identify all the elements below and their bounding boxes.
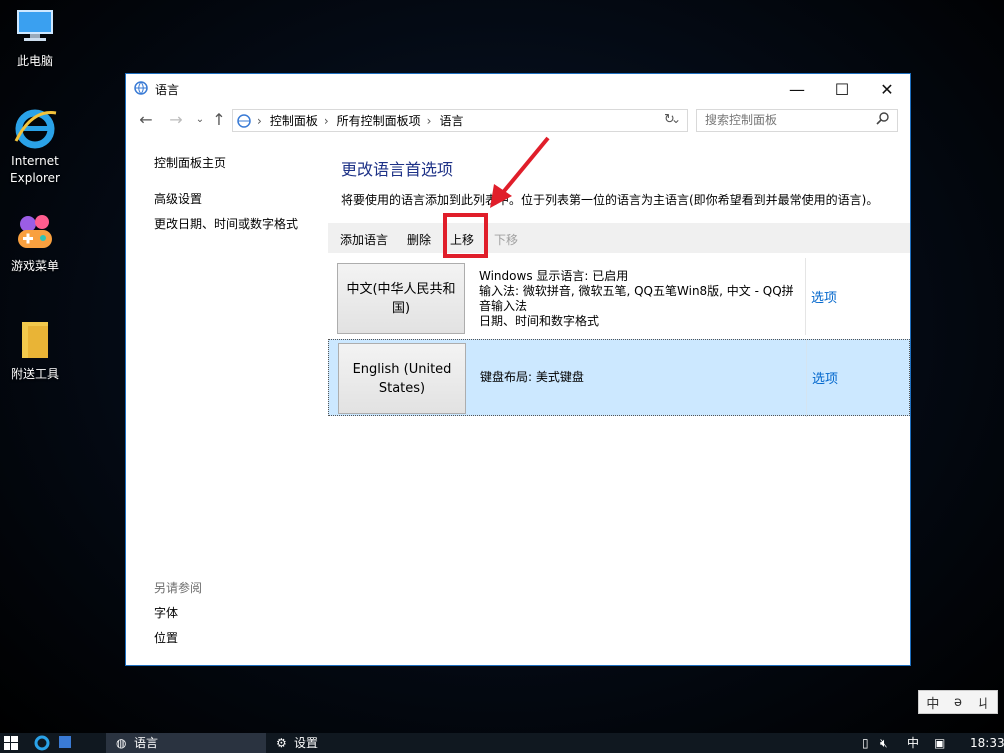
taskbar-item-label: 语言 <box>134 736 159 750</box>
page-description: 将要使用的语言添加到此列表中。位于列表第一位的语言为主语言(即你希望看到并最常使… <box>341 193 879 207</box>
link-control-panel-home[interactable]: 控制面板主页 <box>154 154 226 171</box>
remove-button[interactable]: 删除 <box>407 231 431 248</box>
link-fonts[interactable]: 字体 <box>154 604 178 621</box>
see-also-header: 另请参阅 <box>154 581 203 595</box>
link-change-date-time[interactable]: 更改日期、时间或数字格式 <box>154 215 298 232</box>
language-detail-line: Windows 显示语言: 已启用 <box>479 269 629 283</box>
maximize-button[interactable]: ☐ <box>819 74 865 104</box>
breadcrumb-language[interactable]: 语言 <box>439 112 463 129</box>
search-icon <box>876 111 890 128</box>
settings-taskbar-icon[interactable] <box>58 735 72 753</box>
refresh-icon[interactable]: ↻ <box>664 112 675 127</box>
options-link[interactable]: 选项 <box>811 287 837 306</box>
minimize-button[interactable]: — <box>774 74 820 104</box>
ie-taskbar-icon[interactable] <box>34 735 50 753</box>
move-up-highlight-box <box>443 213 488 258</box>
language-taskbar-icon: ◍ <box>116 736 127 750</box>
options-link[interactable]: 选项 <box>812 368 838 387</box>
title-bar[interactable]: 语言 — ☐ ✕ <box>126 74 910 104</box>
volume-muted-icon[interactable]: 🔇︎ <box>880 733 888 753</box>
folder-icon <box>12 318 58 364</box>
internet-explorer-icon <box>12 105 58 151</box>
language-settings-icon <box>134 80 150 99</box>
breadcrumb-separator: › <box>323 113 329 128</box>
ime-floating-bar[interactable]: 中 ə ㄐ <box>918 690 998 714</box>
search-input[interactable]: 搜索控制面板 <box>696 109 898 132</box>
breadcrumb-all-items[interactable]: 所有控制面板项 <box>337 112 421 129</box>
desktop-icon-this-pc[interactable]: 此电脑 <box>0 5 70 70</box>
language-detail-line: 输入法: 微软拼音, 微软五笔, QQ五笔Win8版, 中文 - QQ拼音输入法 <box>479 284 794 313</box>
qq-input-icon[interactable]: ▣ <box>934 733 945 753</box>
gamepad-icon <box>12 210 58 256</box>
language-name-button[interactable]: English (United States) <box>338 343 466 414</box>
link-advanced-settings[interactable]: 高级设置 <box>154 190 202 207</box>
clock[interactable]: 18:33 <box>970 733 1004 753</box>
column-divider <box>805 258 806 335</box>
ime-indicator[interactable]: 中 <box>907 733 919 753</box>
language-detail-line: 键盘布局: 美式键盘 <box>480 370 584 384</box>
gear-icon: ⚙ <box>276 736 287 750</box>
page-title: 更改语言首选项 <box>341 160 454 179</box>
taskbar-item-label: 设置 <box>294 736 319 750</box>
up-arrow-icon[interactable]: ↑ <box>209 110 229 129</box>
column-divider <box>806 340 807 417</box>
taskbar-item-language[interactable]: ◍ 语言 <box>106 733 266 753</box>
language-row-english[interactable]: English (United States) 键盘布局: 美式键盘 选项 <box>328 339 910 417</box>
desktop-icon-ie[interactable]: Internet Explorer <box>0 105 70 187</box>
desktop-icon-label: Internet Explorer <box>10 154 60 185</box>
desktop-icon-label: 游戏菜单 <box>10 259 59 273</box>
ime-mode-icon[interactable]: 中 <box>926 693 939 712</box>
language-toolbar: 添加语言 删除 上移 下移 <box>328 223 910 253</box>
recent-chevron-icon[interactable]: ⌄ <box>190 114 210 125</box>
address-bar[interactable]: › 控制面板 › 所有控制面板项 › 语言 ⌄ <box>232 109 688 132</box>
breadcrumb-separator: › <box>426 113 432 128</box>
breadcrumb-control-panel[interactable]: 控制面板 <box>270 112 318 129</box>
language-detail-line: 日期、时间和数字格式 <box>479 314 600 328</box>
ime-punct-icon[interactable]: ə <box>954 695 962 710</box>
back-arrow-icon[interactable]: ← <box>136 110 156 129</box>
taskbar-item-settings[interactable]: ⚙ 设置 <box>270 733 430 753</box>
ime-width-icon[interactable]: ㄐ <box>977 693 990 712</box>
desktop-icon-label: 附送工具 <box>10 367 59 381</box>
desktop-icon-tools[interactable]: 附送工具 <box>0 318 70 383</box>
add-language-button[interactable]: 添加语言 <box>340 231 388 248</box>
battery-icon[interactable]: ▯ <box>862 733 869 753</box>
language-name-button[interactable]: 中文(中华人民共和国) <box>337 263 465 334</box>
desktop-icon-game-menu[interactable]: 游戏菜单 <box>0 210 70 275</box>
link-location[interactable]: 位置 <box>154 629 178 646</box>
windows-start-icon[interactable] <box>4 736 18 753</box>
forward-arrow-icon[interactable]: → <box>166 110 186 129</box>
taskbar: ◍ 语言 ⚙ 设置 ▯ 🔇︎ 中 ▣ 18:33 <box>0 733 1004 753</box>
window-title: 语言 <box>155 83 180 97</box>
desktop-icon-label: 此电脑 <box>16 54 53 68</box>
address-row: ← → ⌄ ↑ › 控制面板 › 所有控制面板项 › 语言 ⌄ ↻ 搜索控制面板 <box>126 107 910 133</box>
language-details: 键盘布局: 美式键盘 <box>480 370 800 385</box>
close-button[interactable]: ✕ <box>864 74 910 104</box>
move-down-button[interactable]: 下移 <box>494 231 518 248</box>
control-panel-icon <box>237 113 253 132</box>
language-row-chinese[interactable]: 中文(中华人民共和国) Windows 显示语言: 已启用 输入法: 微软拼音,… <box>328 258 910 335</box>
breadcrumb-separator: › <box>257 113 262 128</box>
language-details: Windows 显示语言: 已启用 输入法: 微软拼音, 微软五笔, QQ五笔W… <box>479 269 799 329</box>
language-window: 语言 — ☐ ✕ ← → ⌄ ↑ › 控制面板 › 所有控制面板项 › 语言 ⌄… <box>125 73 911 666</box>
computer-icon <box>12 5 58 51</box>
